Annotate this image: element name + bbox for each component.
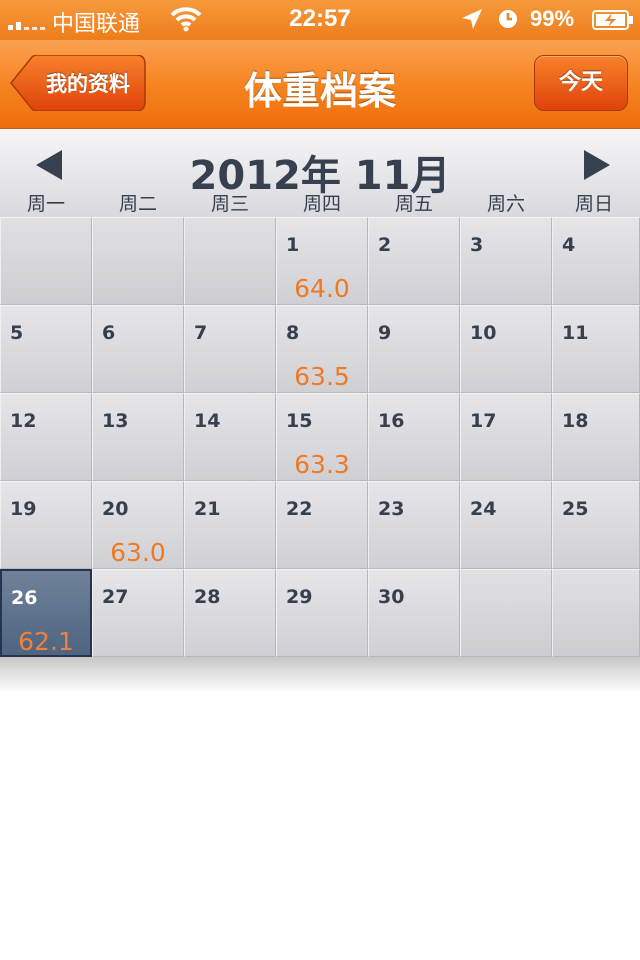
day-number: 21 xyxy=(194,498,221,520)
calendar-empty-cell xyxy=(92,217,184,305)
calendar-day-cell[interactable]: 24 xyxy=(460,481,552,569)
day-number: 29 xyxy=(286,586,313,608)
next-month-button[interactable] xyxy=(582,149,612,181)
weekday-sun: 周日 xyxy=(574,193,613,215)
day-number: 1 xyxy=(286,234,300,256)
calendar-day-cell[interactable]: 29 xyxy=(276,569,368,657)
calendar-day-cell[interactable]: 11 xyxy=(552,305,640,393)
calendar-day-cell[interactable]: 12 xyxy=(0,393,92,481)
day-number: 26 xyxy=(11,587,38,609)
weekday-thu: 周四 xyxy=(302,193,341,215)
calendar-day-cell[interactable]: 6 xyxy=(92,305,184,393)
day-number: 27 xyxy=(102,586,129,608)
calendar-empty-cell xyxy=(460,569,552,657)
day-number: 6 xyxy=(102,322,116,344)
calendar-day-cell[interactable]: 17 xyxy=(460,393,552,481)
calendar-empty-cell xyxy=(0,217,92,305)
calendar-day-cell[interactable]: 13 xyxy=(92,393,184,481)
day-number: 12 xyxy=(10,410,37,432)
calendar-day-cell[interactable]: 9 xyxy=(368,305,460,393)
weight-value: 63.3 xyxy=(294,450,350,479)
alarm-clock-icon xyxy=(499,10,517,28)
weight-value: 63.5 xyxy=(294,362,350,391)
calendar-day-cell[interactable]: 25 xyxy=(552,481,640,569)
day-number: 10 xyxy=(470,322,497,344)
calendar-day-cell[interactable]: 7 xyxy=(184,305,276,393)
calendar-empty-cell xyxy=(184,217,276,305)
day-number: 9 xyxy=(378,322,392,344)
calendar-day-cell[interactable]: 27 xyxy=(92,569,184,657)
calendar-day-cell[interactable]: 22 xyxy=(276,481,368,569)
weekday-fri: 周五 xyxy=(394,193,433,215)
weight-value: 64.0 xyxy=(294,274,350,303)
day-number: 20 xyxy=(102,498,129,520)
day-number: 14 xyxy=(194,410,221,432)
calendar-day-cell[interactable]: 14 xyxy=(184,393,276,481)
grid-shadow xyxy=(0,657,640,693)
calendar-day-cell[interactable]: 8 63.5 xyxy=(276,305,368,393)
calendar-empty-cell xyxy=(552,569,640,657)
day-number: 2 xyxy=(378,234,392,256)
day-number: 4 xyxy=(562,234,576,256)
battery-percent: 99% xyxy=(530,6,575,31)
weekday-mon: 周一 xyxy=(26,193,65,215)
day-number: 17 xyxy=(470,410,497,432)
day-number: 13 xyxy=(102,410,129,432)
calendar-grid: 1 64.0 2 3 4 5 6 7 8 63.5 9 10 11 12 13 14 15 63.3 16 17 18 1… xyxy=(0,217,640,657)
location-arrow-icon xyxy=(462,9,482,29)
calendar-day-cell[interactable]: 5 xyxy=(0,305,92,393)
day-number: 24 xyxy=(470,498,497,520)
weekday-sat: 周六 xyxy=(486,193,525,215)
calendar-day-cell[interactable]: 16 xyxy=(368,393,460,481)
weekday-tue: 周二 xyxy=(118,193,157,215)
day-number: 15 xyxy=(286,410,313,432)
calendar-day-cell[interactable]: 10 xyxy=(460,305,552,393)
calendar-day-cell[interactable]: 15 63.3 xyxy=(276,393,368,481)
day-number: 22 xyxy=(286,498,313,520)
calendar-day-cell[interactable]: 23 xyxy=(368,481,460,569)
day-number: 30 xyxy=(378,586,405,608)
calendar-day-cell[interactable]: 3 xyxy=(460,217,552,305)
calendar-day-cell[interactable]: 20 63.0 xyxy=(92,481,184,569)
calendar-day-cell[interactable]: 28 xyxy=(184,569,276,657)
status-bar: 中国联通 22:57 99% xyxy=(0,0,640,40)
weight-value: 63.0 xyxy=(110,538,166,567)
day-number: 28 xyxy=(194,586,221,608)
day-number: 7 xyxy=(194,322,208,344)
today-button[interactable]: 今天 xyxy=(534,55,628,111)
weight-value: 62.1 xyxy=(18,627,74,656)
calendar-day-cell[interactable]: 26 62.1 xyxy=(0,569,92,657)
calendar-day-cell[interactable]: 2 xyxy=(368,217,460,305)
calendar-header: 2012年 11月 周一 周二 周三 周四 周五 周六 周日 xyxy=(0,129,640,217)
day-number: 3 xyxy=(470,234,484,256)
calendar-day-cell[interactable]: 18 xyxy=(552,393,640,481)
calendar-day-cell[interactable]: 1 64.0 xyxy=(276,217,368,305)
calendar-day-cell[interactable]: 21 xyxy=(184,481,276,569)
calendar-day-cell[interactable]: 4 xyxy=(552,217,640,305)
day-number: 8 xyxy=(286,322,300,344)
weekday-wed: 周三 xyxy=(210,193,249,215)
day-number: 11 xyxy=(562,322,589,344)
calendar-day-cell[interactable]: 19 xyxy=(0,481,92,569)
day-number: 19 xyxy=(10,498,37,520)
day-number: 16 xyxy=(378,410,405,432)
day-number: 25 xyxy=(562,498,589,520)
battery-charging-icon xyxy=(592,10,633,30)
calendar-day-cell[interactable]: 30 xyxy=(368,569,460,657)
day-number: 18 xyxy=(562,410,589,432)
day-number: 5 xyxy=(10,322,24,344)
day-number: 23 xyxy=(378,498,405,520)
navigation-bar: 我的资料 体重档案 今天 xyxy=(0,40,640,129)
